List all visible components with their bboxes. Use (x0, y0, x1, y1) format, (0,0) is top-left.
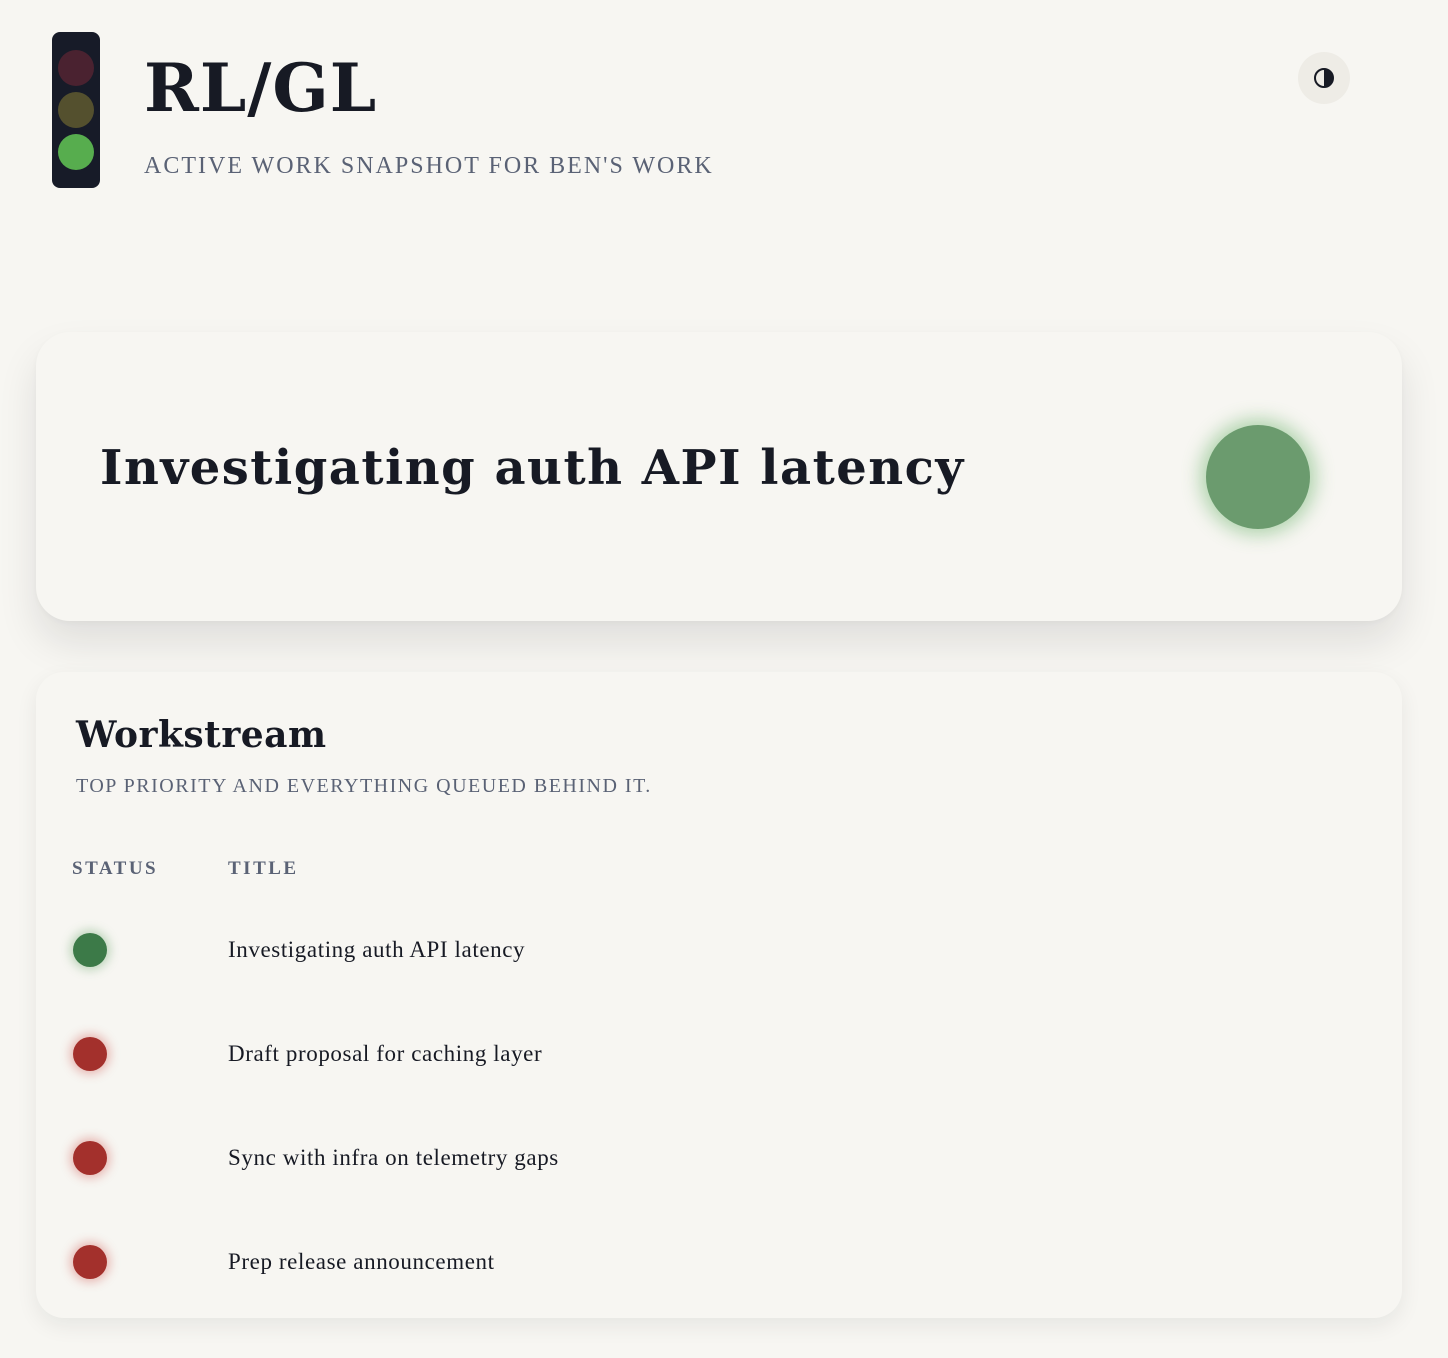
app-title: RL/GL (144, 49, 378, 127)
current-focus-status-light (1206, 425, 1310, 529)
page-header: RL/GL ACTIVE WORK SNAPSHOT FOR BEN'S WOR… (52, 32, 1404, 192)
theme-toggle-button[interactable] (1298, 52, 1350, 104)
workstream-item-title: Prep release announcement (228, 1249, 495, 1274)
workstream-list: Investigating auth API latency Draft pro… (36, 672, 1402, 1318)
traffic-light-green-lamp (58, 134, 94, 170)
status-dot (73, 1141, 107, 1175)
workstream-card: Workstream TOP PRIORITY AND EVERYTHING Q… (36, 672, 1402, 1318)
workstream-row[interactable]: Sync with infra on telemetry gaps (36, 1128, 1402, 1188)
workstream-row[interactable]: Prep release announcement (36, 1232, 1402, 1292)
half-circle-contrast-icon (1314, 68, 1334, 88)
current-focus-title: Investigating auth API latency (100, 440, 965, 496)
status-dot (73, 1037, 107, 1071)
workstream-row[interactable]: Draft proposal for caching layer (36, 1024, 1402, 1084)
app-subtitle: ACTIVE WORK SNAPSHOT FOR BEN'S WORK (144, 153, 714, 179)
status-dot (73, 1245, 107, 1279)
traffic-light-logo (52, 32, 100, 188)
workstream-item-title: Sync with infra on telemetry gaps (228, 1145, 559, 1170)
status-dot (73, 933, 107, 967)
traffic-light-red-lamp (58, 50, 94, 86)
traffic-light-yellow-lamp (58, 92, 94, 128)
workstream-item-title: Draft proposal for caching layer (228, 1041, 543, 1066)
workstream-row[interactable]: Investigating auth API latency (36, 920, 1402, 980)
workstream-item-title: Investigating auth API latency (228, 937, 526, 962)
current-focus-card: Investigating auth API latency (36, 332, 1402, 621)
